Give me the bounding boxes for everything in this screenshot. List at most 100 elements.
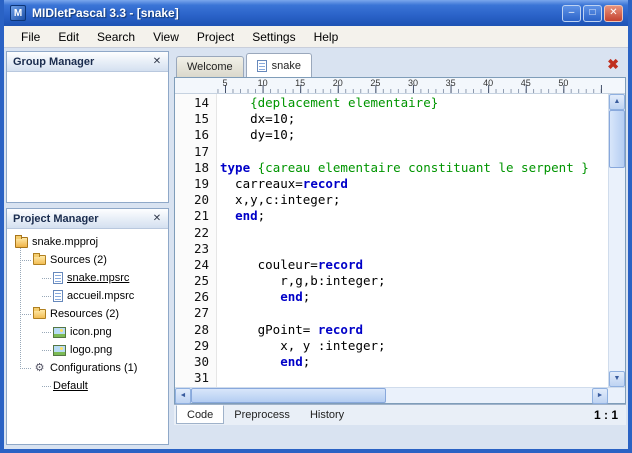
tree-item-label: logo.png — [70, 344, 112, 356]
ruler-spacer — [175, 78, 217, 93]
line-number: 25 — [175, 273, 216, 289]
code-segment: type — [220, 160, 250, 175]
title-bar[interactable]: M MIDletPascal 3.3 - [snake] – □ ✕ — [4, 0, 628, 26]
code-line-29[interactable]: x, y :integer; — [220, 338, 608, 354]
code-line-25[interactable]: r,g,b:integer; — [220, 273, 608, 289]
group-manager-close-icon[interactable]: ✕ — [150, 56, 164, 67]
code-line-18[interactable]: type {careau elementaire constituant le … — [220, 160, 608, 176]
tab-label: snake — [272, 60, 301, 72]
menu-item-help[interactable]: Help — [305, 28, 348, 46]
code-segment — [220, 208, 235, 223]
scroll-up-button[interactable]: ▲ — [609, 94, 625, 110]
horizontal-scrollbar[interactable]: ◄ ► — [175, 388, 608, 403]
close-button[interactable]: ✕ — [604, 5, 623, 22]
code-segment: gPoint= — [220, 322, 318, 337]
code-line-19[interactable]: carreaux=record — [220, 176, 608, 192]
horizontal-scroll-thumb[interactable] — [191, 388, 386, 403]
bottom-filler — [174, 425, 628, 445]
tree-item-label: icon.png — [70, 326, 112, 338]
bottom-tab-preprocess[interactable]: Preprocess — [224, 406, 300, 425]
ruler-number: 5 — [222, 78, 227, 88]
app-icon: M — [10, 5, 26, 21]
line-number: 15 — [175, 111, 216, 127]
code-segment: record — [318, 257, 363, 272]
code-line-20[interactable]: x,y,c:integer; — [220, 192, 608, 208]
tree-item-sources-2[interactable]: Sources (2) — [9, 251, 166, 269]
line-number: 22 — [175, 225, 216, 241]
menu-item-file[interactable]: File — [12, 28, 49, 46]
line-number: 29 — [175, 338, 216, 354]
project-manager-header[interactable]: Project Manager ✕ — [7, 209, 168, 229]
maximize-button[interactable]: □ — [583, 5, 602, 22]
tree-item-icon-png[interactable]: icon.png — [9, 323, 166, 341]
code-segment: {careau elementaire constituant le serpe… — [258, 160, 589, 175]
menu-item-search[interactable]: Search — [88, 28, 144, 46]
tree-item-snake-mpsrc[interactable]: snake.mpsrc — [9, 269, 166, 287]
ruler-number: 15 — [295, 78, 305, 88]
code-line-26[interactable]: end; — [220, 289, 608, 305]
tab-snake[interactable]: snake — [246, 53, 312, 77]
menu-item-project[interactable]: Project — [188, 28, 243, 46]
code-segment: end — [280, 354, 303, 369]
code-line-21[interactable]: end; — [220, 208, 608, 224]
vertical-scrollbar[interactable]: ▲ ▼ — [608, 94, 625, 387]
menu-item-view[interactable]: View — [144, 28, 188, 46]
line-number: 18 — [175, 160, 216, 176]
code-line-30[interactable]: end; — [220, 354, 608, 370]
ruler-number: 10 — [258, 78, 268, 88]
scroll-left-button[interactable]: ◄ — [175, 388, 191, 404]
group-manager-panel: Group Manager ✕ — [6, 51, 169, 203]
code-line-15[interactable]: dx=10; — [220, 111, 608, 127]
line-number: 28 — [175, 322, 216, 338]
group-manager-header[interactable]: Group Manager ✕ — [7, 52, 168, 72]
code-line-24[interactable]: couleur=record — [220, 257, 608, 273]
tree-item-label: accueil.mpsrc — [67, 290, 134, 302]
menu-item-edit[interactable]: Edit — [49, 28, 88, 46]
bottom-tab-code[interactable]: Code — [176, 405, 224, 424]
editor-mid: 141516171819202122232425262728293031 {de… — [175, 94, 625, 387]
minimize-button[interactable]: – — [562, 5, 581, 22]
code-segment: ; — [303, 289, 311, 304]
tree-item-label: Configurations (1) — [50, 362, 137, 374]
code-segment: {deplacement elementaire} — [250, 95, 438, 110]
bottom-tabbar: CodePreprocessHistory 1 : 1 — [174, 404, 626, 425]
code-segment: carreaux= — [220, 176, 303, 191]
scroll-down-button[interactable]: ▼ — [609, 371, 625, 387]
code-line-31[interactable] — [220, 370, 608, 386]
cursor-position: 1 : 1 — [594, 408, 618, 422]
project-manager-close-icon[interactable]: ✕ — [150, 213, 164, 224]
code-line-28[interactable]: gPoint= record — [220, 322, 608, 338]
tree-item-label: Default — [53, 380, 88, 392]
tree-item-snake-mpproj[interactable]: snake.mpproj — [9, 233, 166, 251]
code-line-23[interactable] — [220, 241, 608, 257]
bottom-tab-history[interactable]: History — [300, 406, 354, 425]
line-number: 23 — [175, 241, 216, 257]
code-area[interactable]: {deplacement elementaire} dx=10; dy=10; t… — [217, 94, 608, 387]
tab-welcome[interactable]: Welcome — [176, 56, 244, 77]
code-line-14[interactable]: {deplacement elementaire} — [220, 95, 608, 111]
tree-item-default[interactable]: Default — [9, 377, 166, 395]
code-line-27[interactable] — [220, 305, 608, 321]
tree-item-resources-2[interactable]: Resources (2) — [9, 305, 166, 323]
ruler-number: 25 — [370, 78, 380, 88]
tree-item-label: snake.mpproj — [32, 236, 98, 248]
line-number: 19 — [175, 176, 216, 192]
code-segment: dy=10; — [220, 127, 295, 142]
left-sidebar: Group Manager ✕ Project Manager ✕ snake.… — [6, 51, 169, 445]
code-line-17[interactable] — [220, 144, 608, 160]
line-number: 30 — [175, 354, 216, 370]
scroll-right-button[interactable]: ► — [592, 388, 608, 404]
menu-item-settings[interactable]: Settings — [243, 28, 304, 46]
close-tab-icon[interactable]: ✖ — [598, 56, 628, 73]
code-segment: x, y :integer; — [220, 338, 386, 353]
group-manager-body — [7, 72, 168, 202]
tree-item-logo-png[interactable]: logo.png — [9, 341, 166, 359]
line-number: 14 — [175, 95, 216, 111]
code-line-16[interactable]: dy=10; — [220, 127, 608, 143]
project-manager-panel: Project Manager ✕ snake.mpproj Sources (2… — [6, 208, 169, 445]
application-window: M MIDletPascal 3.3 - [snake] – □ ✕ FileE… — [0, 0, 632, 453]
tree-item-configurations-1[interactable]: ⚙Configurations (1) — [9, 359, 166, 377]
vertical-scroll-thumb[interactable] — [609, 110, 625, 168]
tree-item-accueil-mpsrc[interactable]: accueil.mpsrc — [9, 287, 166, 305]
code-line-22[interactable] — [220, 225, 608, 241]
